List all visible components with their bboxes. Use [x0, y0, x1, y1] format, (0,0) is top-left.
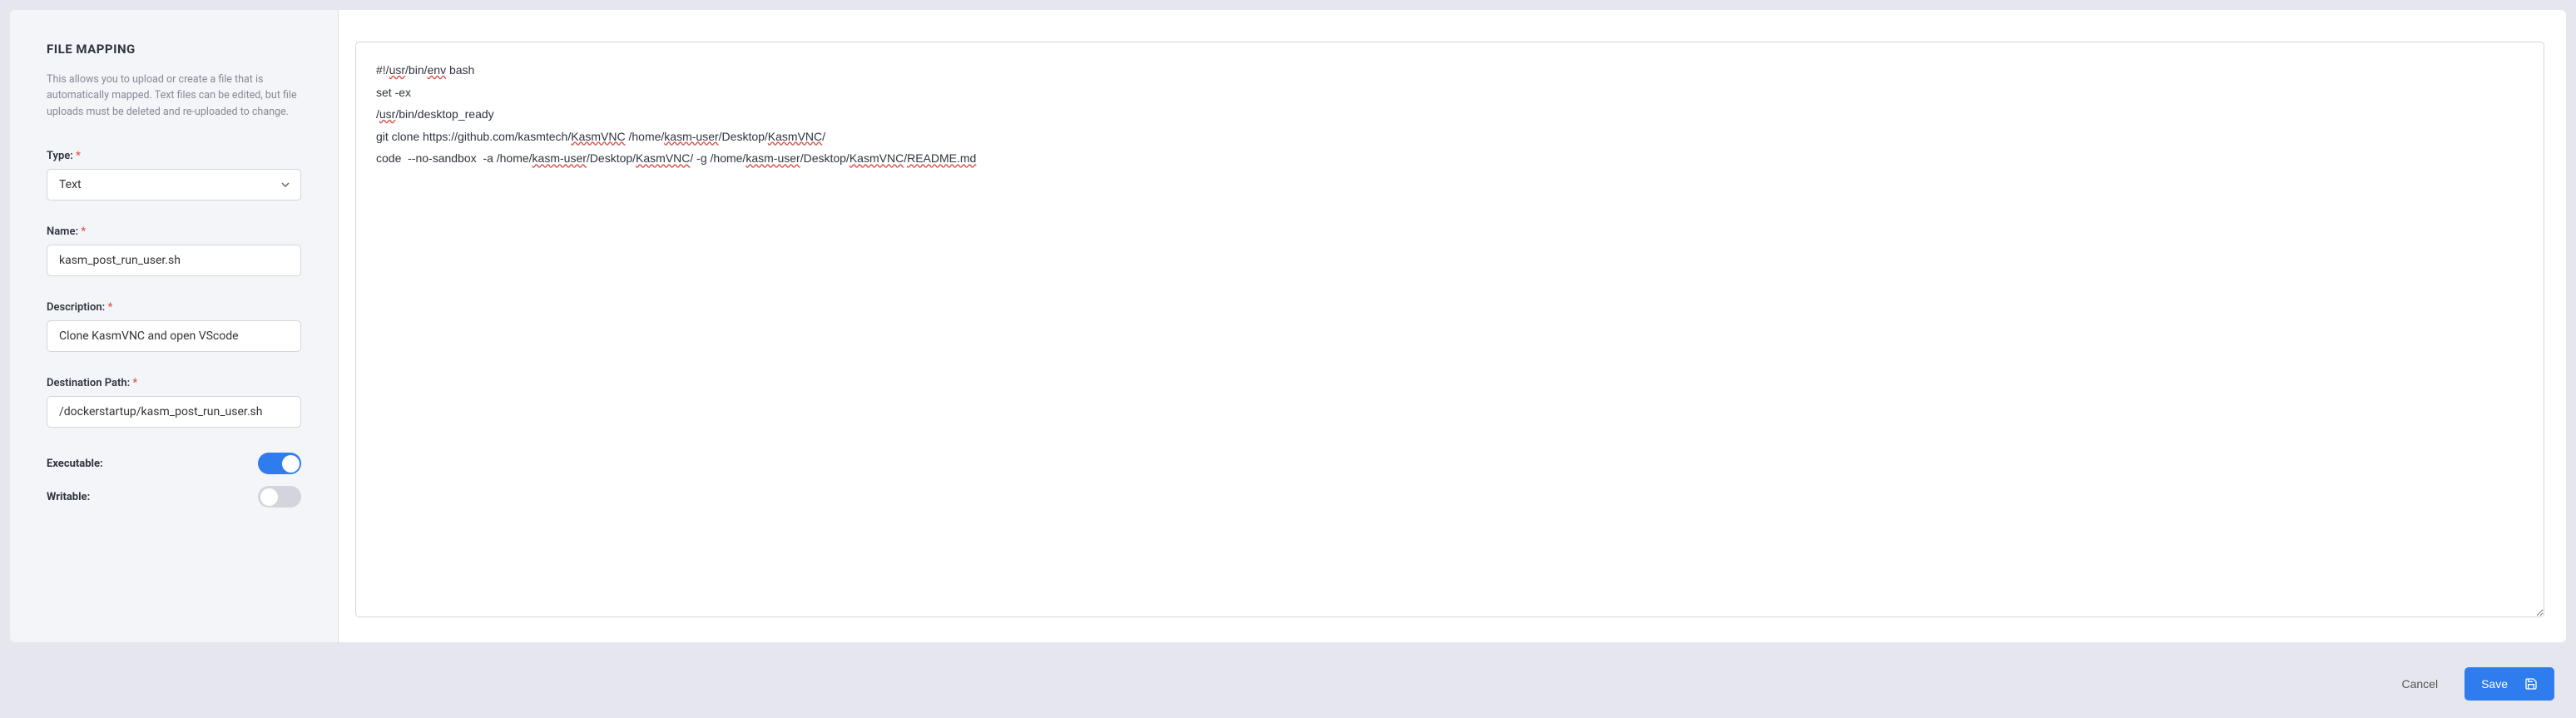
executable-toggle[interactable]: [258, 453, 301, 474]
file-content-editor[interactable]: #!/usr/bin/env bash set -ex /usr/bin/des…: [355, 42, 2544, 617]
executable-label: Executable:: [47, 458, 103, 470]
description-label: Description: *: [47, 301, 301, 314]
save-button-label: Save: [2481, 677, 2508, 691]
main-content: #!/usr/bin/env bash set -ex /usr/bin/des…: [339, 10, 2566, 642]
type-label: Type: *: [47, 150, 301, 162]
writable-toggle[interactable]: [258, 486, 301, 508]
destination-path-label: Destination Path: *: [47, 377, 301, 389]
description-input[interactable]: [47, 320, 301, 352]
name-input[interactable]: [47, 245, 301, 276]
type-select[interactable]: Text: [47, 169, 301, 201]
footer: Cancel Save: [0, 652, 2576, 717]
writable-label: Writable:: [47, 491, 90, 503]
file-mapping-panel: FILE MAPPING This allows you to upload o…: [10, 10, 2566, 642]
cancel-button[interactable]: Cancel: [2390, 669, 2450, 699]
name-label: Name: *: [47, 225, 301, 238]
sidebar-title: FILE MAPPING: [47, 42, 301, 57]
sidebar: FILE MAPPING This allows you to upload o…: [10, 10, 339, 642]
destination-path-input[interactable]: [47, 396, 301, 428]
sidebar-description: This allows you to upload or create a fi…: [47, 72, 301, 120]
save-icon: [2524, 677, 2538, 691]
save-button[interactable]: Save: [2465, 667, 2554, 701]
